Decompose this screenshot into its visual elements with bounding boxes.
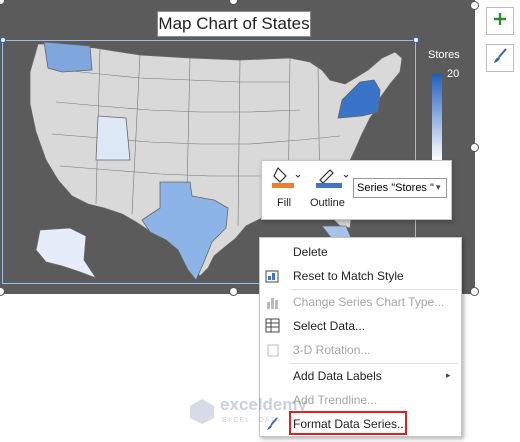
menu-item-add-data-labels[interactable]: Add Data Labels ▸ xyxy=(260,364,461,388)
series-dropdown[interactable]: Series "Stores " xyxy=(353,178,447,198)
fill-button[interactable] xyxy=(272,166,301,193)
resize-handle[interactable] xyxy=(470,287,479,296)
chart-styles-button[interactable] xyxy=(486,44,514,72)
reset-style-icon xyxy=(265,268,281,284)
menu-item-label: Reset to Match Style xyxy=(293,269,404,283)
chart-type-icon xyxy=(265,294,281,310)
menu-item-label: Select Data... xyxy=(293,319,366,333)
series-dropdown-value: Series "Stores " xyxy=(357,182,434,194)
menu-item-select-data[interactable]: Select Data... xyxy=(260,314,461,338)
resize-handle[interactable] xyxy=(470,143,479,152)
legend-color-scale xyxy=(432,74,442,160)
chart-elements-button[interactable] xyxy=(486,7,514,35)
watermark-tagline: EXCEL · DATA · BI xyxy=(222,417,298,424)
menu-item-label: Add Data Labels xyxy=(293,369,382,383)
plot-handle[interactable] xyxy=(0,37,6,43)
chart-title[interactable]: Map Chart of States xyxy=(157,11,311,37)
chevron-right-icon: ▸ xyxy=(446,370,451,380)
menu-item-label: Delete xyxy=(293,245,328,259)
state-alaska xyxy=(35,227,98,279)
menu-item-label: Change Series Chart Type... xyxy=(293,295,445,309)
watermark-brand: exceldemy xyxy=(220,395,307,414)
menu-item-change-chart-type[interactable]: Change Series Chart Type... xyxy=(260,290,461,314)
plus-icon xyxy=(492,11,508,32)
watermark: exceldemy EXCEL · DATA · BI xyxy=(188,395,348,429)
brush-icon xyxy=(491,47,509,70)
menu-item-label: 3-D Rotation... xyxy=(293,343,371,357)
legend-max-value: 20 xyxy=(447,68,460,80)
select-data-icon xyxy=(265,318,281,334)
plot-handle[interactable] xyxy=(413,37,419,43)
paint-bucket-icon xyxy=(272,166,301,192)
menu-item-reset-style[interactable]: Reset to Match Style xyxy=(260,264,461,288)
outline-button[interactable] xyxy=(316,166,350,193)
outline-label: Outline xyxy=(310,197,345,209)
menu-item-delete[interactable]: Delete xyxy=(260,240,461,264)
resize-handle[interactable] xyxy=(0,287,5,296)
state-washington xyxy=(43,41,93,73)
rotation-icon xyxy=(265,342,281,358)
menu-item-3d-rotation[interactable]: 3-D Rotation... xyxy=(260,338,461,362)
legend-title: Stores xyxy=(428,49,460,61)
state-utah xyxy=(95,115,131,161)
pen-icon xyxy=(316,169,350,192)
resize-handle[interactable] xyxy=(229,287,238,296)
resize-handle[interactable] xyxy=(470,1,479,10)
chevron-down-icon: ▾ xyxy=(436,182,441,192)
logo-icon xyxy=(190,399,214,424)
fill-label: Fill xyxy=(277,197,292,209)
